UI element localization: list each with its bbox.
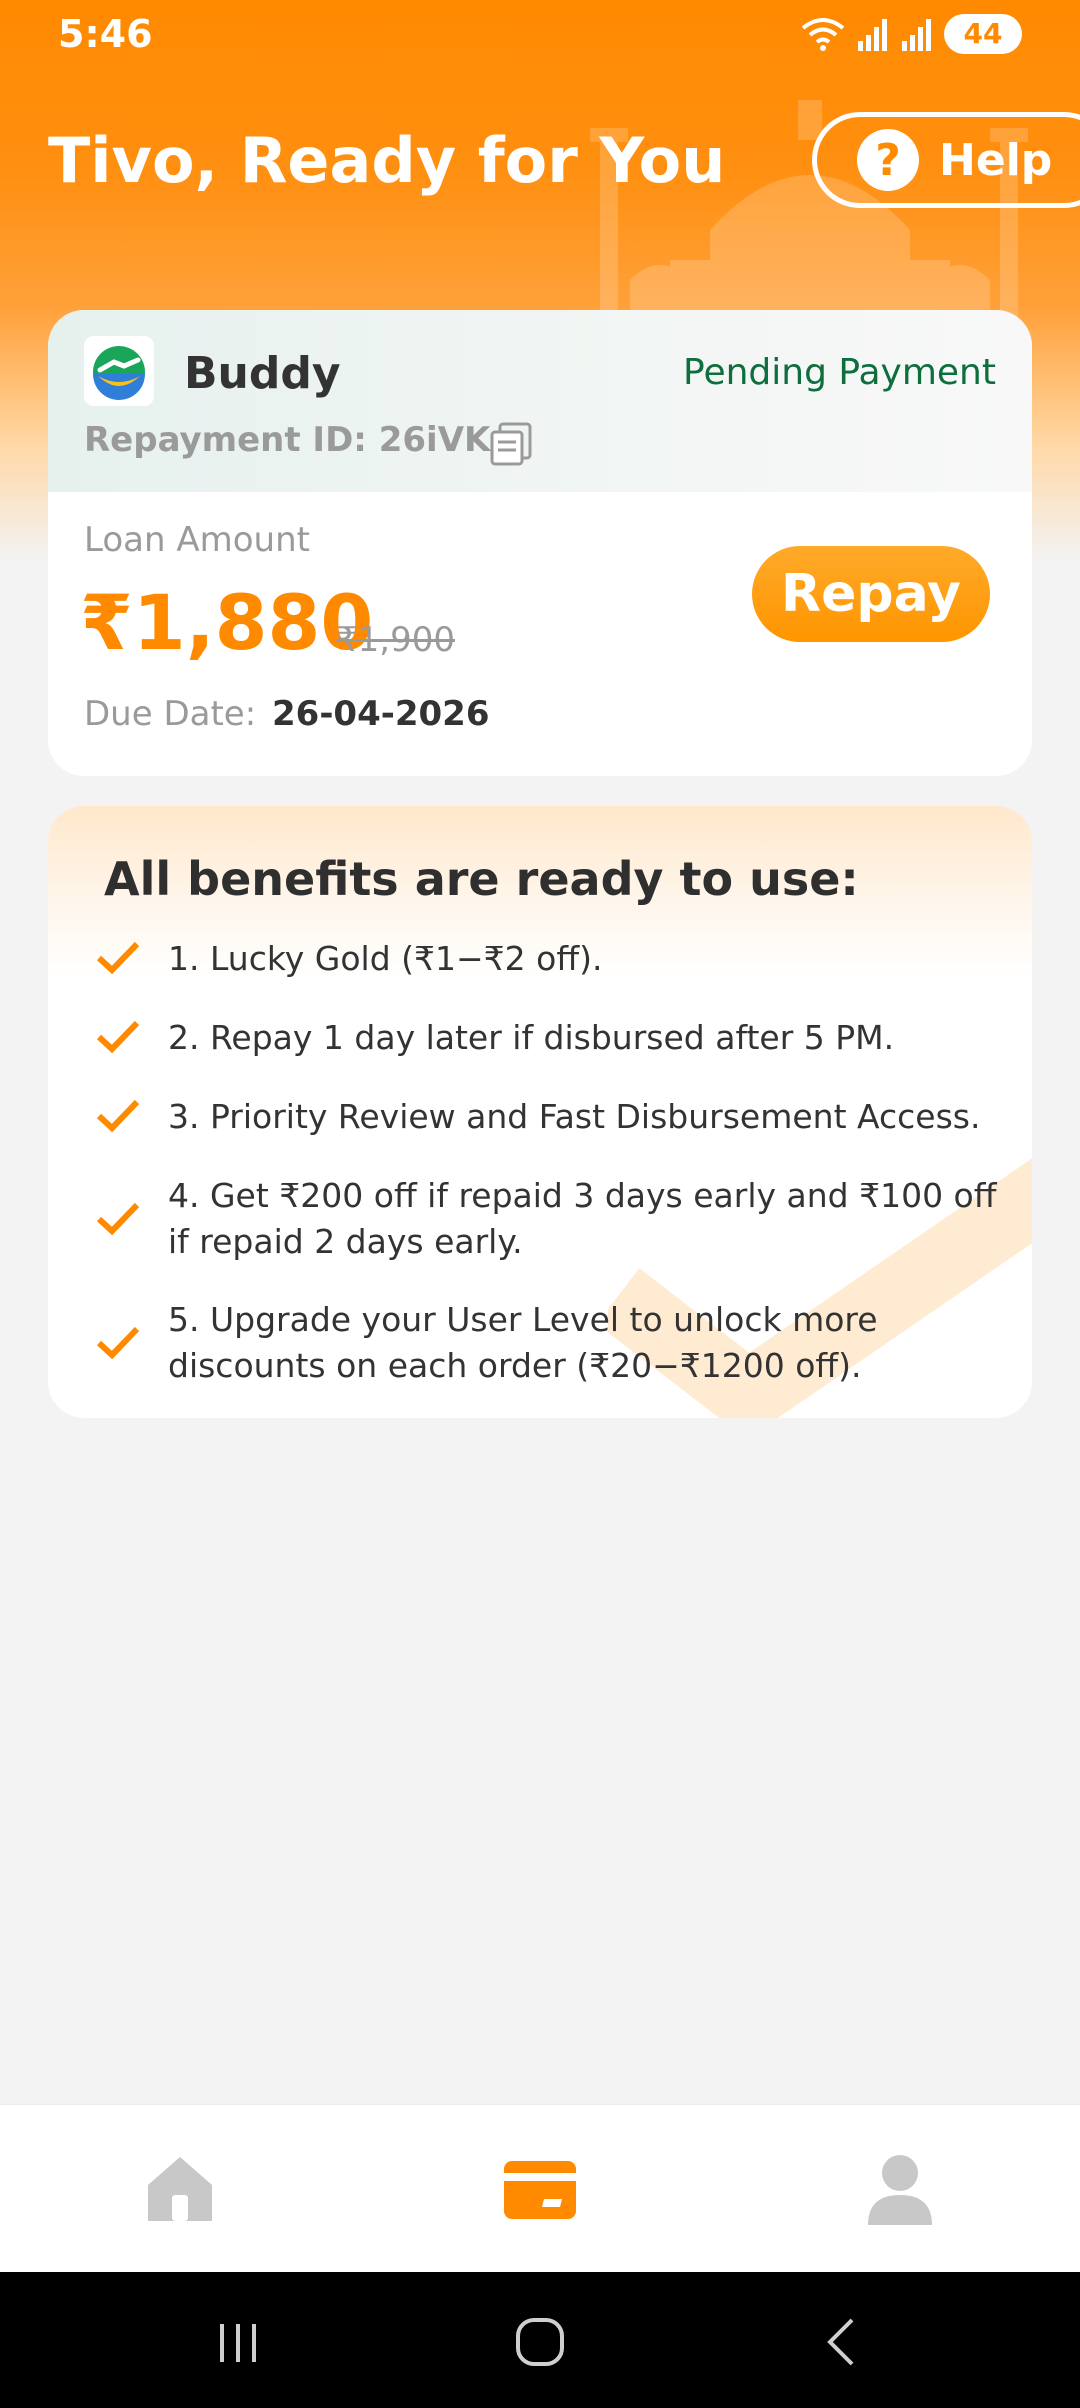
home-button-icon[interactable] xyxy=(510,2312,570,2372)
benefit-text: 2. Repay 1 day later if disbursed after … xyxy=(168,1018,895,1057)
app-name: Buddy xyxy=(184,348,341,399)
benefit-text: 4. Get ₹200 off if repaid 3 days early a… xyxy=(168,1176,997,1261)
signal-icon xyxy=(858,19,887,51)
loan-amount-value: ₹1,880 xyxy=(80,578,374,667)
check-icon xyxy=(96,941,140,975)
back-icon[interactable] xyxy=(812,2312,872,2372)
status-badge: Pending Payment xyxy=(683,352,996,393)
loan-amount-label: Loan Amount xyxy=(84,520,310,560)
repayment-id: Repayment ID: 26iVKa xyxy=(84,420,514,460)
loan-card-header xyxy=(48,310,1032,492)
copy-icon[interactable] xyxy=(490,422,534,466)
card-icon[interactable] xyxy=(500,2149,580,2229)
check-icon xyxy=(96,1099,140,1133)
app-logo-icon xyxy=(84,336,154,406)
benefits-title: All benefits are ready to use: xyxy=(104,852,859,906)
due-date-label: Due Date: xyxy=(84,694,257,734)
page-title: Tivo, Ready for You xyxy=(48,124,726,197)
repay-button[interactable]: Repay xyxy=(752,546,990,642)
check-icon xyxy=(96,1020,140,1054)
question-icon: ? xyxy=(857,129,919,191)
signal-icon-2 xyxy=(902,19,931,51)
loan-card: Buddy Pending Payment Repayment ID: 26iV… xyxy=(48,310,1032,776)
due-date-value: 26-04-2026 xyxy=(272,694,490,734)
benefit-text: 1. Lucky Gold (₹1−₹2 off). xyxy=(168,939,603,978)
status-time: 5:46 xyxy=(58,12,153,56)
benefit-text: 5. Upgrade your User Level to unlock mor… xyxy=(168,1300,878,1385)
wifi-icon xyxy=(801,18,845,51)
check-icon xyxy=(96,1202,140,1236)
status-icons: 44 xyxy=(800,14,1022,54)
system-navigation-bar xyxy=(0,2272,1080,2408)
battery-indicator: 44 xyxy=(944,14,1022,54)
original-amount: ₹1,900 xyxy=(336,620,455,660)
home-icon[interactable] xyxy=(140,2149,220,2229)
check-icon xyxy=(96,1326,140,1360)
help-button[interactable]: ? Help xyxy=(812,112,1080,208)
benefits-card: All benefits are ready to use: 1. Lucky … xyxy=(48,806,1032,1418)
bottom-nav xyxy=(0,2104,1080,2273)
recent-apps-icon[interactable] xyxy=(208,2312,268,2372)
profile-icon[interactable] xyxy=(860,2149,940,2229)
help-label: Help xyxy=(939,134,1053,186)
benefit-text: 3. Priority Review and Fast Disbursement… xyxy=(168,1097,981,1136)
status-bar: 5:46 44 xyxy=(0,0,1080,70)
